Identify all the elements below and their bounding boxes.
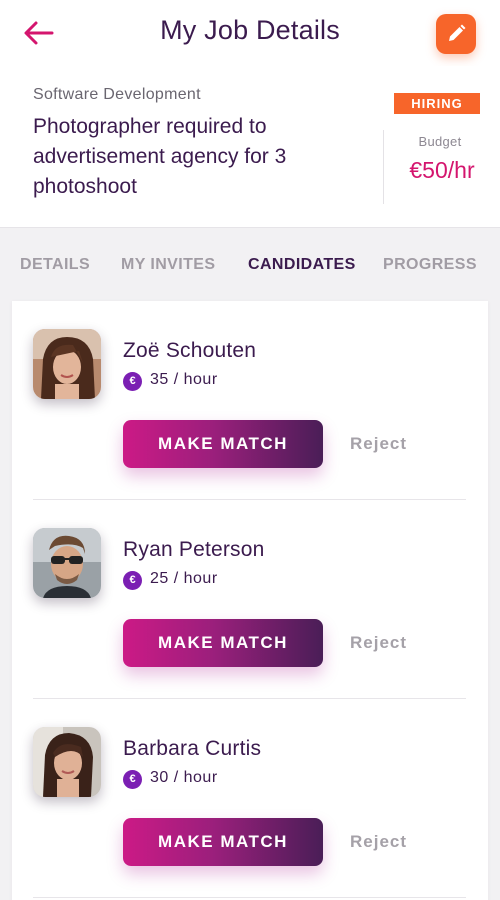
candidate-rate: 30 / hour — [150, 769, 218, 786]
candidate-item: Ryan Peterson € 25 / hour MAKE MATCH Rej… — [12, 500, 488, 699]
avatar[interactable] — [33, 727, 101, 797]
tab-candidates[interactable]: CANDIDATES — [248, 256, 356, 274]
candidate-rate: 35 / hour — [150, 371, 218, 388]
budget-label: Budget — [418, 134, 462, 149]
candidate-rate: 25 / hour — [150, 570, 218, 587]
euro-icon: € — [123, 770, 142, 789]
avatar[interactable] — [33, 329, 101, 399]
job-summary: Software Development Photographer requir… — [0, 66, 500, 228]
divider — [33, 897, 466, 898]
candidate-item: Zoë Schouten € 35 / hour MAKE MATCH Reje… — [12, 301, 488, 500]
euro-icon: € — [123, 571, 142, 590]
candidate-name: Barbara Curtis — [123, 737, 262, 760]
job-tabs: DETAILS MY INVITES CANDIDATES PROGRESS — [0, 229, 500, 301]
tab-progress[interactable]: PROGRESS — [383, 256, 477, 274]
candidate-name: Ryan Peterson — [123, 538, 265, 561]
status-badge: HIRING — [394, 93, 480, 114]
reject-button[interactable]: Reject — [350, 633, 407, 653]
candidate-name: Zoë Schouten — [123, 339, 257, 362]
make-match-button[interactable]: MAKE MATCH — [123, 619, 323, 667]
app-header: My Job Details — [0, 0, 500, 66]
budget-value: €50/hr — [409, 157, 475, 183]
tab-my-invites[interactable]: MY INVITES — [121, 256, 215, 274]
avatar[interactable] — [33, 528, 101, 598]
job-title: Photographer required to advertisement a… — [33, 115, 287, 198]
tab-details[interactable]: DETAILS — [20, 256, 90, 274]
candidate-item: Barbara Curtis € 30 / hour MAKE MATCH Re… — [12, 699, 488, 898]
reject-button[interactable]: Reject — [350, 434, 407, 454]
page-title: My Job Details — [160, 15, 340, 45]
make-match-button[interactable]: MAKE MATCH — [123, 420, 323, 468]
reject-button[interactable]: Reject — [350, 832, 407, 852]
pencil-icon — [449, 24, 466, 41]
candidates-list: Zoë Schouten € 35 / hour MAKE MATCH Reje… — [12, 301, 488, 900]
euro-icon: € — [123, 372, 142, 391]
job-category: Software Development — [33, 86, 201, 103]
make-match-button[interactable]: MAKE MATCH — [123, 818, 323, 866]
edit-button[interactable] — [436, 14, 476, 54]
